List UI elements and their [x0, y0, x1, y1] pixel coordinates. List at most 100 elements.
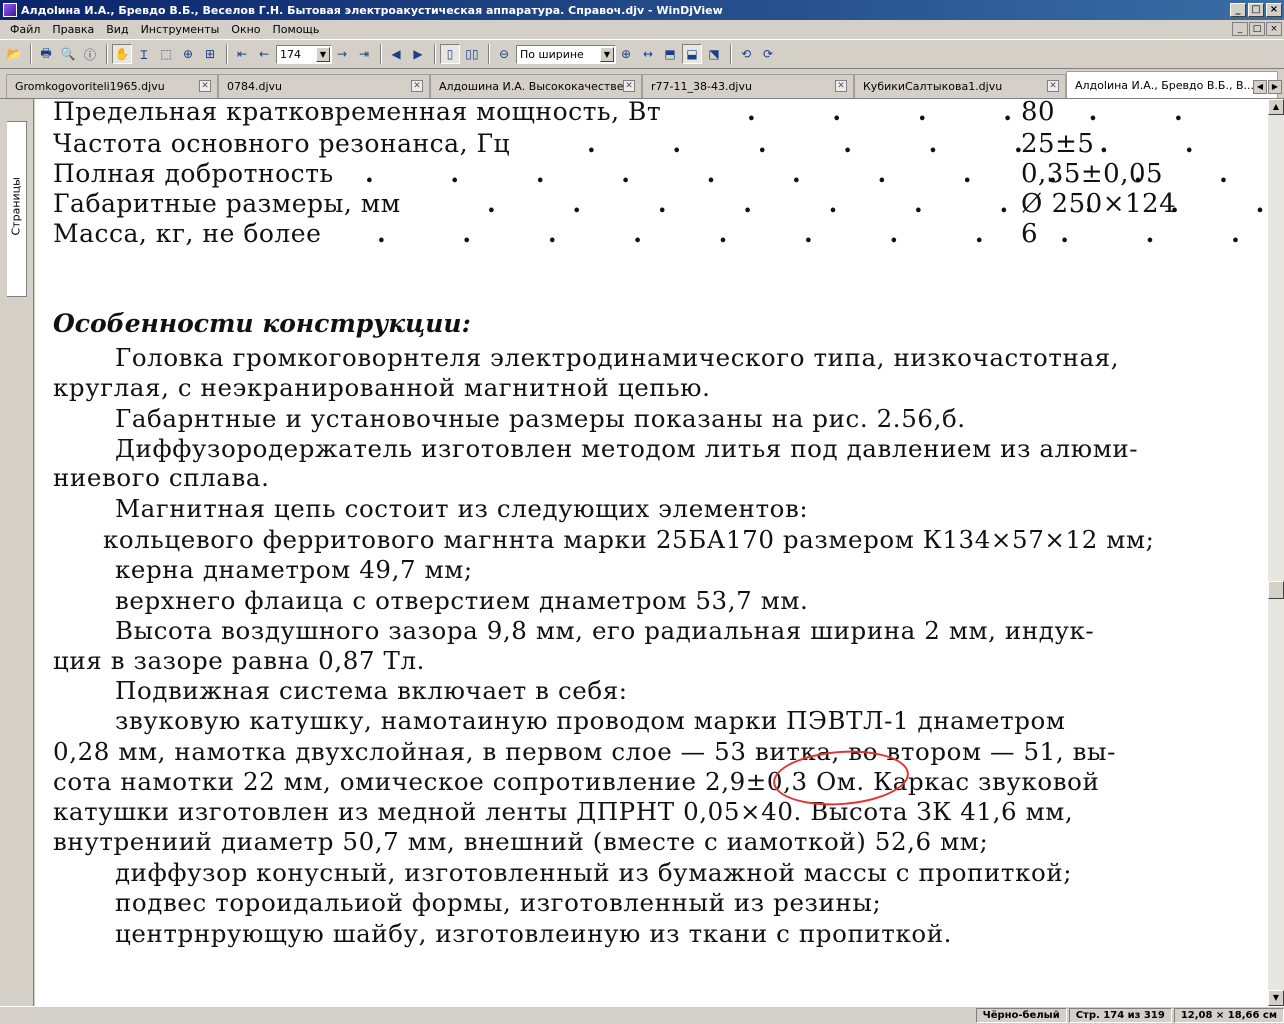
tab-label: r77-11_38-43.djvu — [651, 80, 752, 93]
fit-page-icon[interactable]: ⬒ — [660, 44, 680, 64]
close-icon[interactable]: ✕ — [623, 80, 635, 92]
spec-value: 6 — [1021, 219, 1039, 249]
facing-pages-icon[interactable]: ▯▯ — [462, 44, 482, 64]
vertical-scrollbar[interactable]: ▲ ▼ — [1268, 99, 1284, 1006]
text-line: 0,28 мм, намотка двухслойная, в первом с… — [53, 737, 1117, 766]
zoom-combo[interactable]: По ширине ▼ — [516, 44, 616, 64]
text-line: кольцевого ферритового магннта марки 25Б… — [103, 525, 1155, 554]
menu-help[interactable]: Помощь — [267, 23, 326, 36]
text-line: круглая, с неэкранированной магнитной це… — [53, 373, 711, 402]
doc-restore-button[interactable]: □ — [1249, 22, 1265, 36]
page-number-combo[interactable]: 174 ▼ — [276, 44, 332, 64]
section-heading: Особенности конструкции: — [53, 309, 471, 338]
spec-dots: . . . . . . . . . . . . . . — [377, 219, 1268, 248]
menu-file[interactable]: Файл — [4, 23, 46, 36]
single-page-icon[interactable]: ▯ — [440, 44, 460, 64]
close-icon[interactable]: ✕ — [835, 80, 847, 92]
last-page-icon[interactable]: ⇥ — [354, 44, 374, 64]
minimize-button[interactable]: _ — [1230, 3, 1246, 17]
scroll-thumb[interactable] — [1268, 581, 1284, 599]
open-icon[interactable]: 📂 — [4, 44, 24, 64]
text-line: Подвижная система включает в себя: — [115, 676, 628, 705]
side-panel: Страницы — [0, 99, 34, 1006]
find-icon[interactable]: 🔍 — [58, 44, 78, 64]
tab-scroll-right-icon[interactable]: ▶ — [1268, 80, 1282, 94]
chevron-down-icon[interactable]: ▼ — [316, 46, 330, 62]
tab-scroll-left-icon[interactable]: ◀ — [1253, 80, 1267, 94]
text-line: Головка громкоговорнтеля электродинамиче… — [115, 343, 1120, 372]
spec-label: Частота основного резонанса, Гц — [53, 129, 511, 158]
zoom-out-icon[interactable]: ⊖ — [494, 44, 514, 64]
info-icon[interactable]: ⓘ — [80, 44, 100, 64]
tab-label: Алдошина И.А. Высококачестве... — [439, 80, 635, 93]
close-icon[interactable]: ✕ — [1047, 80, 1059, 92]
windjview-window: Алдоlина И.А., Бревдо В.Б., Веселов Г.Н.… — [0, 0, 1284, 1024]
next-page-icon[interactable]: → — [332, 44, 352, 64]
title-bar[interactable]: Алдоlина И.А., Бревдо В.Б., Веселов Г.Н.… — [0, 0, 1284, 20]
scroll-up-icon[interactable]: ▲ — [1268, 99, 1284, 115]
tab-r77[interactable]: r77-11_38-43.djvu ✕ — [642, 74, 854, 98]
menu-bar: Файл Правка Вид Инструменты Окно Помощь … — [0, 20, 1284, 39]
spec-label: Предельная кратковременная мощность, Вт — [53, 99, 662, 126]
spec-dots: . . . . . . — [747, 99, 1217, 126]
scroll-down-icon[interactable]: ▼ — [1268, 990, 1284, 1006]
menu-window[interactable]: Окно — [225, 23, 266, 36]
document-tabs: Gromkogovoriteli1965.djvu ✕ 0784.djvu ✕ … — [0, 71, 1284, 99]
text-line: ниевого сплава. — [53, 463, 270, 492]
tab-aldoshina-bytovaya[interactable]: Алдоlина И.А., Бревдо В.Б., В... — [1066, 71, 1278, 98]
print-icon[interactable]: 🖶 — [36, 44, 56, 64]
zoom-value: По ширине — [520, 47, 584, 61]
text-line: керна днаметром 49,7 мм; — [115, 555, 473, 584]
tab-label: Gromkogovoriteli1965.djvu — [15, 80, 165, 93]
status-page-size: 12,08 × 18,66 см — [1173, 1008, 1284, 1023]
spec-label: Габаритные размеры, мм — [53, 189, 401, 218]
text-line: звуковую катушку, намотаиную проводом ма… — [115, 706, 1066, 735]
zoom-tool-icon[interactable]: ⊕ — [178, 44, 198, 64]
spec-dots: . . . . . . . . . — [587, 129, 1268, 158]
select-rect-icon[interactable]: ⬚ — [156, 44, 176, 64]
forward-icon[interactable]: ▶ — [408, 44, 428, 64]
rotate-left-icon[interactable]: ⟲ — [736, 44, 756, 64]
tab-aldoshina-vysokokach[interactable]: Алдошина И.А. Высококачестве... ✕ — [430, 74, 642, 98]
select-text-icon[interactable]: Ɪ — [134, 44, 154, 64]
menu-view[interactable]: Вид — [100, 23, 134, 36]
rotate-right-icon[interactable]: ⟳ — [758, 44, 778, 64]
stretch-icon[interactable]: ⬔ — [704, 44, 724, 64]
tab-label: Алдоlина И.А., Бревдо В.Б., В... — [1075, 78, 1254, 92]
tab-label: КубикиСалтыкова1.djvu — [863, 80, 1003, 93]
text-line: диффузор конусный, изготовленный из бума… — [115, 858, 1073, 887]
text-line: Высота воздушного зазора 9,8 мм, его рад… — [115, 616, 1095, 645]
doc-minimize-button[interactable]: _ — [1232, 22, 1248, 36]
spec-value: Ø 250×124 — [1021, 189, 1177, 219]
actual-size-icon[interactable]: ⬓ — [682, 44, 702, 64]
close-button[interactable]: × — [1266, 3, 1282, 17]
chevron-down-icon[interactable]: ▼ — [600, 46, 614, 62]
text-line: внутрениий диаметр 50,7 мм, внешний (вме… — [53, 827, 989, 856]
tab-kubiki[interactable]: КубикиСалтыкова1.djvu ✕ — [854, 74, 1066, 98]
document-view[interactable]: Предельная кратковременная мощность, Вт … — [35, 99, 1268, 1006]
window-title: Алдоlина И.А., Бревдо В.Б., Веселов Г.Н.… — [21, 3, 723, 17]
menu-tools[interactable]: Инструменты — [135, 23, 226, 36]
first-page-icon[interactable]: ⇤ — [232, 44, 252, 64]
pages-panel-tab[interactable]: Страницы — [7, 121, 27, 297]
back-icon[interactable]: ◀ — [386, 44, 406, 64]
tab-label: 0784.djvu — [227, 80, 283, 93]
text-line: верхнего флаица с отверстием днаметром 5… — [115, 586, 809, 615]
doc-close-button[interactable]: × — [1266, 22, 1282, 36]
maximize-button[interactable]: □ — [1248, 3, 1264, 17]
text-line: ция в зазоре равна 0,87 Тл. — [53, 646, 426, 675]
tab-gromkogovoriteli[interactable]: Gromkogovoriteli1965.djvu ✕ — [6, 74, 218, 98]
page-number-value: 174 — [280, 47, 301, 61]
fit-width-icon[interactable]: ↔ — [638, 44, 658, 64]
status-page: Стр. 174 из 319 — [1068, 1008, 1172, 1023]
zoom-in-icon[interactable]: ⊕ — [616, 44, 636, 64]
prev-page-icon[interactable]: ← — [254, 44, 274, 64]
hand-tool-icon[interactable]: ✋ — [112, 44, 132, 64]
zoom-rect-icon[interactable]: ⊞ — [200, 44, 220, 64]
tab-0784[interactable]: 0784.djvu ✕ — [218, 74, 430, 98]
spec-label: Полная добротность — [53, 159, 334, 188]
menu-edit[interactable]: Правка — [46, 23, 100, 36]
close-icon[interactable]: ✕ — [411, 80, 423, 92]
spec-label: Масса, кг, не более — [53, 219, 322, 248]
close-icon[interactable]: ✕ — [199, 80, 211, 92]
